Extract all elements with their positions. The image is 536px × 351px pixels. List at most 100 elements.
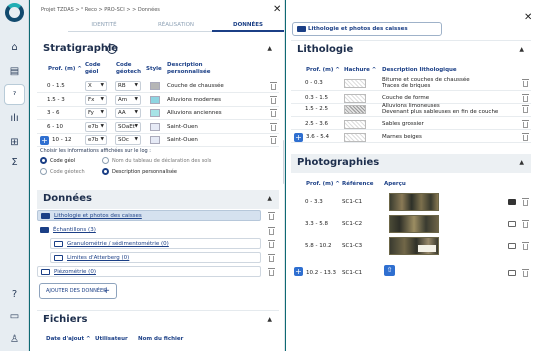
col-date-ajout[interactable]: Date d'ajout ^ bbox=[46, 336, 91, 343]
trash-icon[interactable] bbox=[522, 198, 529, 206]
col-prof[interactable]: Prof. (m) ^ bbox=[48, 66, 82, 73]
tab-identite[interactable]: IDENTITÉ bbox=[68, 19, 140, 32]
hatch-pattern[interactable] bbox=[344, 94, 366, 103]
chat-icon[interactable]: ▭ bbox=[7, 310, 22, 323]
donnees-item-granulometrie[interactable]: Granulométrie / sédimentométrie (0) bbox=[50, 238, 261, 249]
help-icon[interactable]: ? bbox=[7, 288, 22, 301]
donnees-item-lithologie[interactable]: Lithologie et photos des caisses bbox=[37, 210, 261, 221]
trash-icon[interactable] bbox=[270, 109, 277, 117]
chevron-up-icon[interactable]: ▲ bbox=[519, 46, 524, 53]
code-geol-select[interactable]: Fx ▼ bbox=[85, 94, 107, 105]
radio-code-geotech[interactable] bbox=[40, 168, 47, 175]
route-icon[interactable]: ˀ bbox=[4, 84, 25, 105]
trash-icon[interactable] bbox=[522, 133, 529, 141]
donnees-header[interactable]: Données ▲ bbox=[37, 190, 279, 209]
trash-icon[interactable] bbox=[522, 220, 529, 228]
calendar-icon[interactable]: ▤ bbox=[7, 65, 22, 78]
trash-icon[interactable] bbox=[522, 94, 529, 102]
app-logo[interactable] bbox=[5, 3, 24, 22]
core-photo-thumbnail[interactable] bbox=[389, 215, 439, 233]
close-icon[interactable]: ✕ bbox=[273, 5, 281, 15]
chevron-up-icon[interactable]: ▲ bbox=[519, 159, 524, 166]
tab-realisation[interactable]: RÉALISATION bbox=[140, 19, 212, 32]
col-prof[interactable]: Prof. (m) ^ bbox=[306, 181, 340, 188]
chevron-up-icon[interactable]: ▲ bbox=[267, 316, 272, 323]
info-icon[interactable]: i bbox=[107, 44, 117, 54]
trash-icon[interactable] bbox=[522, 120, 529, 128]
drill-icon[interactable]: ⊞ bbox=[7, 136, 22, 149]
radio-nom-tableau[interactable] bbox=[102, 157, 109, 164]
scrollbar[interactable] bbox=[283, 140, 284, 184]
col-hachure[interactable]: Hachure ^ bbox=[344, 67, 376, 74]
code-geol-select[interactable]: Fy ▼ bbox=[85, 108, 107, 118]
add-data-label: AJOUTER DES DONNÉES bbox=[46, 288, 107, 294]
tab-donnees[interactable]: DONNÉES bbox=[212, 19, 284, 32]
code-geotech-select[interactable]: Am ▼ bbox=[115, 94, 141, 105]
trash-icon[interactable] bbox=[270, 82, 277, 90]
add-row-icon[interactable]: + bbox=[294, 133, 303, 142]
code-geotech-value: SOc bbox=[118, 137, 129, 143]
lithologie-prof: 0.3 - 1.5 bbox=[305, 95, 328, 101]
add-data-button[interactable]: AJOUTER DES DONNÉES + bbox=[39, 283, 117, 299]
comment-icon[interactable] bbox=[508, 270, 516, 276]
donnees-item-echantillons[interactable]: Échantillons (3) bbox=[37, 225, 261, 236]
hatch-pattern[interactable] bbox=[344, 105, 366, 114]
sum-icon[interactable]: Σ bbox=[7, 156, 22, 169]
trash-icon[interactable] bbox=[270, 136, 277, 144]
code-geotech-select[interactable]: AA ▼ bbox=[115, 108, 141, 118]
code-geotech-select[interactable]: RB ▼ bbox=[115, 81, 141, 91]
home-icon[interactable]: ⌂ bbox=[7, 41, 22, 54]
col-prof[interactable]: Prof. (m) ^ bbox=[306, 67, 340, 74]
trash-icon[interactable] bbox=[268, 268, 275, 276]
add-row-icon[interactable]: + bbox=[294, 267, 303, 276]
comment-icon[interactable] bbox=[508, 199, 516, 205]
trash-icon[interactable] bbox=[522, 79, 529, 87]
code-geol-select[interactable]: e7b ▼ bbox=[85, 121, 107, 132]
lithologie-description-2: Devenant plus sableuses en fin de couche bbox=[382, 109, 499, 115]
trash-icon[interactable] bbox=[522, 242, 529, 250]
radio-description[interactable] bbox=[102, 168, 109, 175]
comment-icon[interactable] bbox=[508, 221, 516, 227]
style-swatch[interactable] bbox=[150, 95, 160, 104]
trash-icon[interactable] bbox=[522, 105, 529, 113]
user-icon[interactable]: ♙ bbox=[7, 333, 22, 346]
chevron-up-icon[interactable]: ▲ bbox=[267, 45, 272, 52]
stratigraphie-header[interactable]: Stratigraphie i ▲ bbox=[37, 40, 279, 59]
style-swatch[interactable] bbox=[150, 82, 160, 90]
trash-icon[interactable] bbox=[268, 240, 275, 248]
close-icon[interactable]: ✕ bbox=[524, 13, 532, 23]
lithologie-photos-button[interactable]: Lithologie et photos des caisses bbox=[292, 22, 442, 36]
comment-icon[interactable] bbox=[508, 243, 516, 249]
trash-icon[interactable] bbox=[270, 95, 277, 104]
chart-icon[interactable]: ılı bbox=[7, 112, 22, 125]
code-geotech-select[interactable]: SOaEt ▼ bbox=[115, 121, 141, 132]
style-swatch[interactable] bbox=[150, 122, 160, 131]
style-swatch[interactable] bbox=[150, 109, 160, 117]
core-photo-thumbnail[interactable] bbox=[389, 193, 439, 211]
trash-icon[interactable] bbox=[268, 212, 275, 220]
code-geotech-select[interactable]: SOc ▼ bbox=[115, 135, 141, 145]
hatch-pattern[interactable] bbox=[344, 133, 366, 142]
hatch-pattern[interactable] bbox=[344, 120, 366, 129]
photos-header[interactable]: Photographies ▲ bbox=[291, 154, 531, 173]
trash-icon[interactable] bbox=[522, 269, 529, 277]
core-photo-thumbnail[interactable] bbox=[389, 237, 439, 255]
radio-code-geol[interactable] bbox=[40, 157, 47, 164]
trash-icon[interactable] bbox=[268, 227, 275, 235]
trash-icon[interactable] bbox=[270, 122, 277, 131]
add-row-icon[interactable]: + bbox=[40, 136, 49, 145]
trash-icon[interactable] bbox=[268, 254, 275, 262]
code-geol-select[interactable]: e7b ▼ bbox=[85, 135, 107, 145]
code-geol-select[interactable]: X ▼ bbox=[85, 81, 107, 91]
lithologie-header[interactable]: Lithologie ▲ bbox=[291, 40, 531, 59]
photo-row: 3.3 - 5.8 SC1-C2 bbox=[291, 214, 531, 234]
chevron-down-icon: ▼ bbox=[134, 110, 138, 115]
chevron-up-icon[interactable]: ▲ bbox=[267, 195, 272, 202]
donnees-item-piezometrie[interactable]: Piézométrie (0) bbox=[37, 266, 261, 277]
upload-icon[interactable]: ⇧ bbox=[384, 265, 395, 276]
folder-icon bbox=[40, 227, 49, 233]
hatch-pattern[interactable] bbox=[344, 79, 366, 88]
fichiers-header[interactable]: Fichiers ▲ bbox=[37, 310, 279, 329]
donnees-item-atterberg[interactable]: Limites d'Atterberg (0) bbox=[50, 252, 261, 263]
style-swatch[interactable] bbox=[150, 136, 160, 144]
